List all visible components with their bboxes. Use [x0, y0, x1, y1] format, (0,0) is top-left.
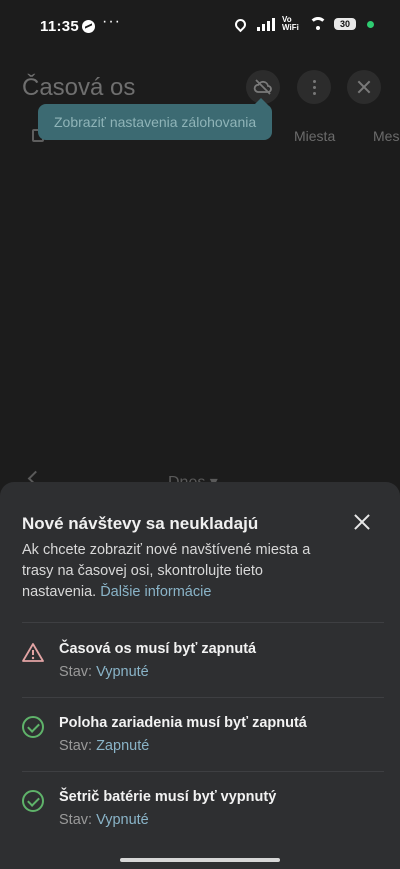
setting-title: Časová os musí byť zapnutá: [59, 641, 257, 657]
setting-title: Poloha zariadenia musí byť zapnutá: [59, 715, 307, 731]
status-time: 11:35: [40, 18, 80, 35]
more-options-button[interactable]: [297, 70, 331, 104]
setting-battery-saver[interactable]: Šetrič batérie musí byť vypnutý Stav: Vy…: [22, 788, 382, 836]
privacy-dot-icon: [367, 20, 374, 28]
backup-tooltip: Zobraziť nastavenia zálohovania: [38, 98, 273, 140]
tooltip-text: Zobraziť nastavenia zálohovania: [54, 114, 257, 130]
status-bar: 11:35 ··· Vo WiFi 30: [0, 0, 400, 56]
tab-cities[interactable]: Mes: [373, 128, 399, 144]
divider: [22, 622, 384, 623]
setting-timeline[interactable]: Časová os musí byť zapnutá Stav: Vypnuté: [22, 640, 382, 688]
settings-bottom-sheet: Nové návštevy sa neukladajú Ak chcete zo…: [0, 482, 400, 869]
more-notifications-icon: ···: [102, 13, 121, 30]
close-timeline-button[interactable]: [347, 70, 381, 104]
status-value[interactable]: Vypnuté: [96, 664, 149, 680]
location-icon: [232, 16, 249, 32]
signal-icon: [257, 17, 275, 31]
warning-icon: [22, 643, 44, 662]
page-title: Časová os: [22, 74, 136, 101]
setting-status: Stav: Vypnuté: [59, 812, 149, 828]
sheet-heading: Nové návštevy sa neukladajú: [22, 514, 259, 533]
wifi-icon: [309, 17, 327, 31]
tab-places[interactable]: Miesta: [294, 128, 335, 144]
more-vert-icon: [312, 79, 316, 95]
close-icon: [357, 80, 371, 94]
cloud-off-icon: [253, 79, 272, 95]
status-icons: Vo WiFi 30: [232, 15, 374, 32]
check-circle-icon: [22, 716, 44, 738]
check-circle-icon: [22, 790, 44, 812]
setting-device-location[interactable]: Poloha zariadenia musí byť zapnutá Stav:…: [22, 714, 382, 762]
gesture-nav-bar[interactable]: [120, 858, 280, 862]
close-sheet-button[interactable]: [350, 510, 374, 534]
setting-status: Stav: Vypnuté: [59, 664, 149, 680]
messenger-icon: [82, 20, 95, 33]
sheet-description: Ak chcete zobraziť nové navštívené miest…: [22, 540, 322, 603]
vowifi-label: Vo WiFi: [282, 15, 299, 32]
setting-status: Stav: Zapnuté: [59, 738, 150, 754]
divider: [22, 771, 384, 772]
battery-icon: 30: [334, 18, 356, 30]
screen: 11:35 ··· Vo WiFi 30 Časová os Miesta Me…: [0, 0, 400, 869]
setting-title: Šetrič batérie musí byť vypnutý: [59, 789, 277, 805]
divider: [22, 697, 384, 698]
status-value[interactable]: Zapnuté: [96, 738, 149, 754]
status-value[interactable]: Vypnuté: [96, 812, 149, 828]
learn-more-link[interactable]: Ďalšie informácie: [100, 584, 211, 600]
